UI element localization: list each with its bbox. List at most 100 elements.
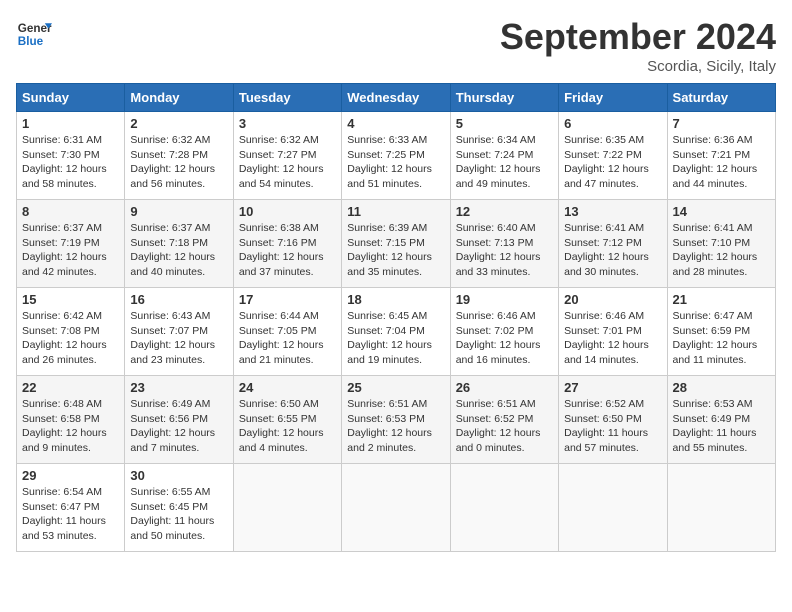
calendar-cell: 9 Sunrise: 6:37 AM Sunset: 7:18 PM Dayli… bbox=[125, 200, 233, 288]
logo-icon: General Blue bbox=[16, 16, 52, 52]
day-number: 3 bbox=[239, 116, 336, 131]
calendar-week-2: 15 Sunrise: 6:42 AM Sunset: 7:08 PM Dayl… bbox=[17, 288, 776, 376]
calendar-cell: 12 Sunrise: 6:40 AM Sunset: 7:13 PM Dayl… bbox=[450, 200, 558, 288]
day-number: 19 bbox=[456, 292, 553, 307]
day-number: 28 bbox=[673, 380, 770, 395]
calendar-cell: 5 Sunrise: 6:34 AM Sunset: 7:24 PM Dayli… bbox=[450, 112, 558, 200]
calendar-cell: 28 Sunrise: 6:53 AM Sunset: 6:49 PM Dayl… bbox=[667, 376, 775, 464]
day-info: Sunrise: 6:51 AM Sunset: 6:53 PM Dayligh… bbox=[347, 397, 444, 456]
calendar-week-0: 1 Sunrise: 6:31 AM Sunset: 7:30 PM Dayli… bbox=[17, 112, 776, 200]
calendar-cell: 25 Sunrise: 6:51 AM Sunset: 6:53 PM Dayl… bbox=[342, 376, 450, 464]
day-info: Sunrise: 6:51 AM Sunset: 6:52 PM Dayligh… bbox=[456, 397, 553, 456]
month-title: September 2024 bbox=[500, 16, 776, 58]
day-info: Sunrise: 6:55 AM Sunset: 6:45 PM Dayligh… bbox=[130, 485, 227, 544]
day-info: Sunrise: 6:48 AM Sunset: 6:58 PM Dayligh… bbox=[22, 397, 119, 456]
calendar-cell: 1 Sunrise: 6:31 AM Sunset: 7:30 PM Dayli… bbox=[17, 112, 125, 200]
day-number: 9 bbox=[130, 204, 227, 219]
calendar-table: SundayMondayTuesdayWednesdayThursdayFrid… bbox=[16, 83, 776, 552]
day-number: 17 bbox=[239, 292, 336, 307]
calendar-cell: 13 Sunrise: 6:41 AM Sunset: 7:12 PM Dayl… bbox=[559, 200, 667, 288]
day-info: Sunrise: 6:37 AM Sunset: 7:19 PM Dayligh… bbox=[22, 221, 119, 280]
calendar-cell bbox=[342, 464, 450, 552]
day-info: Sunrise: 6:39 AM Sunset: 7:15 PM Dayligh… bbox=[347, 221, 444, 280]
calendar-cell: 16 Sunrise: 6:43 AM Sunset: 7:07 PM Dayl… bbox=[125, 288, 233, 376]
calendar-cell: 8 Sunrise: 6:37 AM Sunset: 7:19 PM Dayli… bbox=[17, 200, 125, 288]
calendar-cell: 24 Sunrise: 6:50 AM Sunset: 6:55 PM Dayl… bbox=[233, 376, 341, 464]
calendar-cell: 6 Sunrise: 6:35 AM Sunset: 7:22 PM Dayli… bbox=[559, 112, 667, 200]
calendar-cell: 7 Sunrise: 6:36 AM Sunset: 7:21 PM Dayli… bbox=[667, 112, 775, 200]
calendar-week-4: 29 Sunrise: 6:54 AM Sunset: 6:47 PM Dayl… bbox=[17, 464, 776, 552]
calendar-week-3: 22 Sunrise: 6:48 AM Sunset: 6:58 PM Dayl… bbox=[17, 376, 776, 464]
calendar-cell: 30 Sunrise: 6:55 AM Sunset: 6:45 PM Dayl… bbox=[125, 464, 233, 552]
day-info: Sunrise: 6:53 AM Sunset: 6:49 PM Dayligh… bbox=[673, 397, 770, 456]
day-info: Sunrise: 6:38 AM Sunset: 7:16 PM Dayligh… bbox=[239, 221, 336, 280]
day-info: Sunrise: 6:35 AM Sunset: 7:22 PM Dayligh… bbox=[564, 133, 661, 192]
day-number: 27 bbox=[564, 380, 661, 395]
calendar-cell: 10 Sunrise: 6:38 AM Sunset: 7:16 PM Dayl… bbox=[233, 200, 341, 288]
day-number: 1 bbox=[22, 116, 119, 131]
day-number: 16 bbox=[130, 292, 227, 307]
day-info: Sunrise: 6:43 AM Sunset: 7:07 PM Dayligh… bbox=[130, 309, 227, 368]
header-sunday: Sunday bbox=[17, 84, 125, 112]
calendar-cell: 21 Sunrise: 6:47 AM Sunset: 6:59 PM Dayl… bbox=[667, 288, 775, 376]
day-number: 22 bbox=[22, 380, 119, 395]
day-number: 26 bbox=[456, 380, 553, 395]
calendar-cell: 19 Sunrise: 6:46 AM Sunset: 7:02 PM Dayl… bbox=[450, 288, 558, 376]
day-info: Sunrise: 6:44 AM Sunset: 7:05 PM Dayligh… bbox=[239, 309, 336, 368]
page-header: General Blue September 2024 Scordia, Sic… bbox=[16, 16, 776, 75]
day-number: 11 bbox=[347, 204, 444, 219]
day-info: Sunrise: 6:32 AM Sunset: 7:28 PM Dayligh… bbox=[130, 133, 227, 192]
day-number: 30 bbox=[130, 468, 227, 483]
calendar-cell bbox=[450, 464, 558, 552]
calendar-cell: 18 Sunrise: 6:45 AM Sunset: 7:04 PM Dayl… bbox=[342, 288, 450, 376]
day-number: 15 bbox=[22, 292, 119, 307]
day-info: Sunrise: 6:34 AM Sunset: 7:24 PM Dayligh… bbox=[456, 133, 553, 192]
day-number: 25 bbox=[347, 380, 444, 395]
calendar-cell: 11 Sunrise: 6:39 AM Sunset: 7:15 PM Dayl… bbox=[342, 200, 450, 288]
day-info: Sunrise: 6:37 AM Sunset: 7:18 PM Dayligh… bbox=[130, 221, 227, 280]
calendar-week-1: 8 Sunrise: 6:37 AM Sunset: 7:19 PM Dayli… bbox=[17, 200, 776, 288]
day-number: 10 bbox=[239, 204, 336, 219]
day-info: Sunrise: 6:49 AM Sunset: 6:56 PM Dayligh… bbox=[130, 397, 227, 456]
day-info: Sunrise: 6:31 AM Sunset: 7:30 PM Dayligh… bbox=[22, 133, 119, 192]
calendar-cell bbox=[233, 464, 341, 552]
header-saturday: Saturday bbox=[667, 84, 775, 112]
svg-text:Blue: Blue bbox=[18, 35, 44, 48]
day-number: 24 bbox=[239, 380, 336, 395]
calendar-cell: 20 Sunrise: 6:46 AM Sunset: 7:01 PM Dayl… bbox=[559, 288, 667, 376]
calendar-cell: 26 Sunrise: 6:51 AM Sunset: 6:52 PM Dayl… bbox=[450, 376, 558, 464]
day-number: 23 bbox=[130, 380, 227, 395]
day-info: Sunrise: 6:41 AM Sunset: 7:12 PM Dayligh… bbox=[564, 221, 661, 280]
header-thursday: Thursday bbox=[450, 84, 558, 112]
day-number: 13 bbox=[564, 204, 661, 219]
day-number: 6 bbox=[564, 116, 661, 131]
calendar-cell bbox=[559, 464, 667, 552]
day-info: Sunrise: 6:52 AM Sunset: 6:50 PM Dayligh… bbox=[564, 397, 661, 456]
calendar-cell bbox=[667, 464, 775, 552]
calendar-cell: 22 Sunrise: 6:48 AM Sunset: 6:58 PM Dayl… bbox=[17, 376, 125, 464]
day-number: 21 bbox=[673, 292, 770, 307]
calendar-cell: 3 Sunrise: 6:32 AM Sunset: 7:27 PM Dayli… bbox=[233, 112, 341, 200]
day-number: 4 bbox=[347, 116, 444, 131]
day-info: Sunrise: 6:46 AM Sunset: 7:02 PM Dayligh… bbox=[456, 309, 553, 368]
day-info: Sunrise: 6:36 AM Sunset: 7:21 PM Dayligh… bbox=[673, 133, 770, 192]
calendar-header-row: SundayMondayTuesdayWednesdayThursdayFrid… bbox=[17, 84, 776, 112]
header-friday: Friday bbox=[559, 84, 667, 112]
calendar-cell: 15 Sunrise: 6:42 AM Sunset: 7:08 PM Dayl… bbox=[17, 288, 125, 376]
day-number: 12 bbox=[456, 204, 553, 219]
day-info: Sunrise: 6:47 AM Sunset: 6:59 PM Dayligh… bbox=[673, 309, 770, 368]
day-number: 7 bbox=[673, 116, 770, 131]
calendar-cell: 14 Sunrise: 6:41 AM Sunset: 7:10 PM Dayl… bbox=[667, 200, 775, 288]
day-info: Sunrise: 6:46 AM Sunset: 7:01 PM Dayligh… bbox=[564, 309, 661, 368]
calendar-cell: 27 Sunrise: 6:52 AM Sunset: 6:50 PM Dayl… bbox=[559, 376, 667, 464]
day-info: Sunrise: 6:40 AM Sunset: 7:13 PM Dayligh… bbox=[456, 221, 553, 280]
title-area: September 2024 Scordia, Sicily, Italy bbox=[500, 16, 776, 75]
day-number: 8 bbox=[22, 204, 119, 219]
logo: General Blue bbox=[16, 16, 52, 52]
calendar-cell: 4 Sunrise: 6:33 AM Sunset: 7:25 PM Dayli… bbox=[342, 112, 450, 200]
day-info: Sunrise: 6:32 AM Sunset: 7:27 PM Dayligh… bbox=[239, 133, 336, 192]
calendar-cell: 17 Sunrise: 6:44 AM Sunset: 7:05 PM Dayl… bbox=[233, 288, 341, 376]
calendar-cell: 2 Sunrise: 6:32 AM Sunset: 7:28 PM Dayli… bbox=[125, 112, 233, 200]
day-info: Sunrise: 6:54 AM Sunset: 6:47 PM Dayligh… bbox=[22, 485, 119, 544]
location: Scordia, Sicily, Italy bbox=[500, 58, 776, 75]
